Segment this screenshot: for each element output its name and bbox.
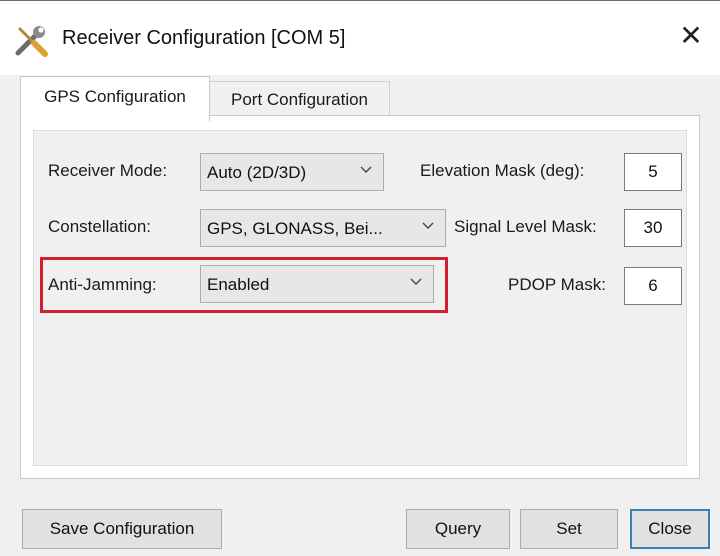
receiver-configuration-dialog: Receiver Configuration [COM 5] ✕ GPS Con…	[0, 0, 720, 556]
signal-level-mask-label: Signal Level Mask:	[454, 217, 597, 236]
pdop-mask-label: PDOP Mask:	[508, 275, 606, 294]
signal-level-mask-field[interactable]: 30	[624, 209, 682, 247]
close-icon[interactable]: ✕	[676, 21, 706, 51]
constellation-select[interactable]: GPS, GLONASS, Bei...	[200, 209, 446, 247]
pdop-mask-field[interactable]: 6	[624, 267, 682, 305]
anti-jamming-value: Enabled	[207, 275, 270, 294]
window-title: Receiver Configuration [COM 5]	[62, 27, 346, 49]
chevron-down-icon	[360, 166, 372, 173]
receiver-mode-label: Receiver Mode:	[48, 161, 168, 180]
tools-icon	[15, 26, 48, 57]
tab-gps-configuration[interactable]: GPS Configuration	[20, 76, 210, 121]
constellation-value: GPS, GLONASS, Bei...	[207, 219, 383, 238]
receiver-mode-select[interactable]: Auto (2D/3D)	[200, 153, 384, 191]
set-button[interactable]: Set	[520, 509, 618, 549]
elevation-mask-field[interactable]: 5	[624, 153, 682, 191]
save-configuration-button[interactable]: Save Configuration	[22, 509, 222, 549]
query-button[interactable]: Query	[406, 509, 510, 549]
constellation-label: Constellation:	[48, 217, 152, 236]
receiver-mode-value: Auto (2D/3D)	[207, 163, 307, 182]
anti-jamming-label: Anti-Jamming:	[48, 275, 157, 294]
chevron-down-icon	[410, 278, 422, 285]
tab-port-configuration[interactable]: Port Configuration	[210, 81, 390, 116]
close-button[interactable]: Close	[630, 509, 710, 549]
anti-jamming-select[interactable]: Enabled	[200, 265, 434, 303]
title-bar: Receiver Configuration [COM 5] ✕	[0, 1, 720, 75]
chevron-down-icon	[422, 222, 434, 229]
elevation-mask-label: Elevation Mask (deg):	[420, 161, 585, 180]
